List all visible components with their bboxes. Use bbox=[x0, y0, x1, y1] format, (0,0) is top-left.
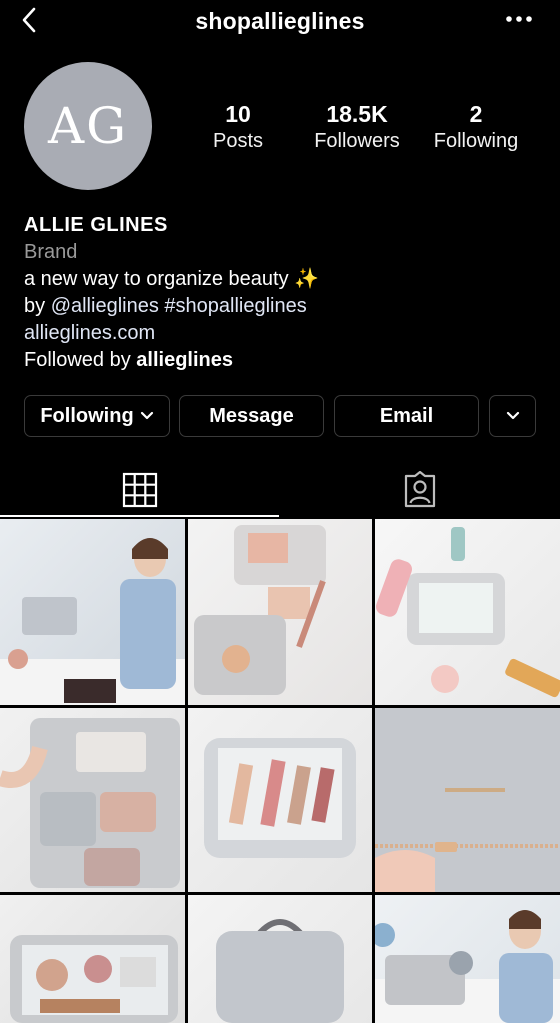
bio-by: by bbox=[24, 295, 46, 317]
post-image bbox=[0, 538, 185, 705]
posts-count: 10 bbox=[225, 101, 251, 127]
profile-bio: ALLIE GLINES Brand a new way to organize… bbox=[24, 212, 544, 374]
bio-mention-link[interactable]: @allieglines bbox=[51, 295, 159, 317]
followed-by-user: allieglines bbox=[136, 349, 233, 371]
tab-tagged[interactable] bbox=[280, 462, 559, 518]
following-button-label: Following bbox=[40, 404, 134, 427]
sparkles-icon: ✨ bbox=[294, 268, 320, 290]
profile-category: Brand bbox=[24, 241, 78, 263]
post-image bbox=[375, 910, 560, 1023]
post-image bbox=[0, 718, 180, 888]
following-label: Following bbox=[433, 130, 519, 152]
bio-text: a new way to organize beauty bbox=[24, 268, 289, 290]
posts-label: Posts bbox=[212, 130, 264, 152]
post-thumbnail[interactable] bbox=[375, 708, 560, 892]
avatar-initials: AG bbox=[47, 97, 129, 155]
posts-grid bbox=[0, 519, 560, 1023]
message-button[interactable]: Message bbox=[179, 395, 324, 437]
post-image bbox=[375, 527, 560, 698]
profile-username: shopallieglines bbox=[195, 8, 365, 34]
followed-by[interactable]: Followed by allieglines bbox=[24, 347, 544, 374]
chevron-down-icon bbox=[506, 411, 519, 420]
bio-line-2: by @allieglines #shopallieglines bbox=[24, 293, 544, 320]
post-thumbnail[interactable] bbox=[375, 519, 560, 705]
website-link[interactable]: allieglines.com bbox=[24, 320, 544, 347]
post-thumbnail[interactable] bbox=[0, 519, 185, 705]
followed-by-prefix: Followed by bbox=[24, 349, 131, 371]
active-tab-indicator bbox=[0, 515, 279, 517]
post-thumbnail[interactable] bbox=[188, 895, 372, 1023]
top-bar: shopallieglines bbox=[0, 0, 560, 46]
tagged-icon bbox=[404, 471, 435, 508]
post-image bbox=[375, 708, 560, 892]
bio-hashtag-link[interactable]: #shopallieglines bbox=[164, 295, 306, 317]
chevron-down-icon bbox=[140, 411, 153, 420]
email-button[interactable]: Email bbox=[334, 395, 479, 437]
post-image bbox=[204, 738, 356, 858]
grid-icon bbox=[122, 472, 157, 508]
post-image bbox=[10, 935, 178, 1023]
post-thumbnail[interactable] bbox=[188, 519, 372, 705]
post-image bbox=[216, 919, 344, 1023]
post-image bbox=[194, 525, 326, 695]
following-count: 2 bbox=[469, 101, 483, 127]
profile-tabs bbox=[0, 462, 560, 518]
stat-followers[interactable]: 18.5K Followers bbox=[306, 100, 408, 154]
post-thumbnail[interactable] bbox=[0, 895, 185, 1023]
profile-name: ALLIE GLINES bbox=[24, 214, 168, 236]
more-options-button[interactable] bbox=[489, 395, 536, 437]
post-thumbnail[interactable] bbox=[375, 895, 560, 1023]
stat-posts[interactable]: 10 Posts bbox=[198, 100, 278, 154]
tab-grid[interactable] bbox=[0, 462, 279, 518]
post-thumbnail[interactable] bbox=[0, 708, 185, 892]
bio-line-1: a new way to organize beauty ✨ bbox=[24, 266, 544, 293]
following-button[interactable]: Following bbox=[24, 395, 170, 437]
stat-following[interactable]: 2 Following bbox=[426, 100, 526, 154]
post-thumbnail[interactable] bbox=[188, 708, 372, 892]
followers-count: 18.5K bbox=[326, 101, 388, 127]
followers-label: Followers bbox=[314, 130, 400, 152]
avatar[interactable]: AG bbox=[24, 62, 152, 190]
more-dots-icon[interactable] bbox=[504, 12, 534, 26]
